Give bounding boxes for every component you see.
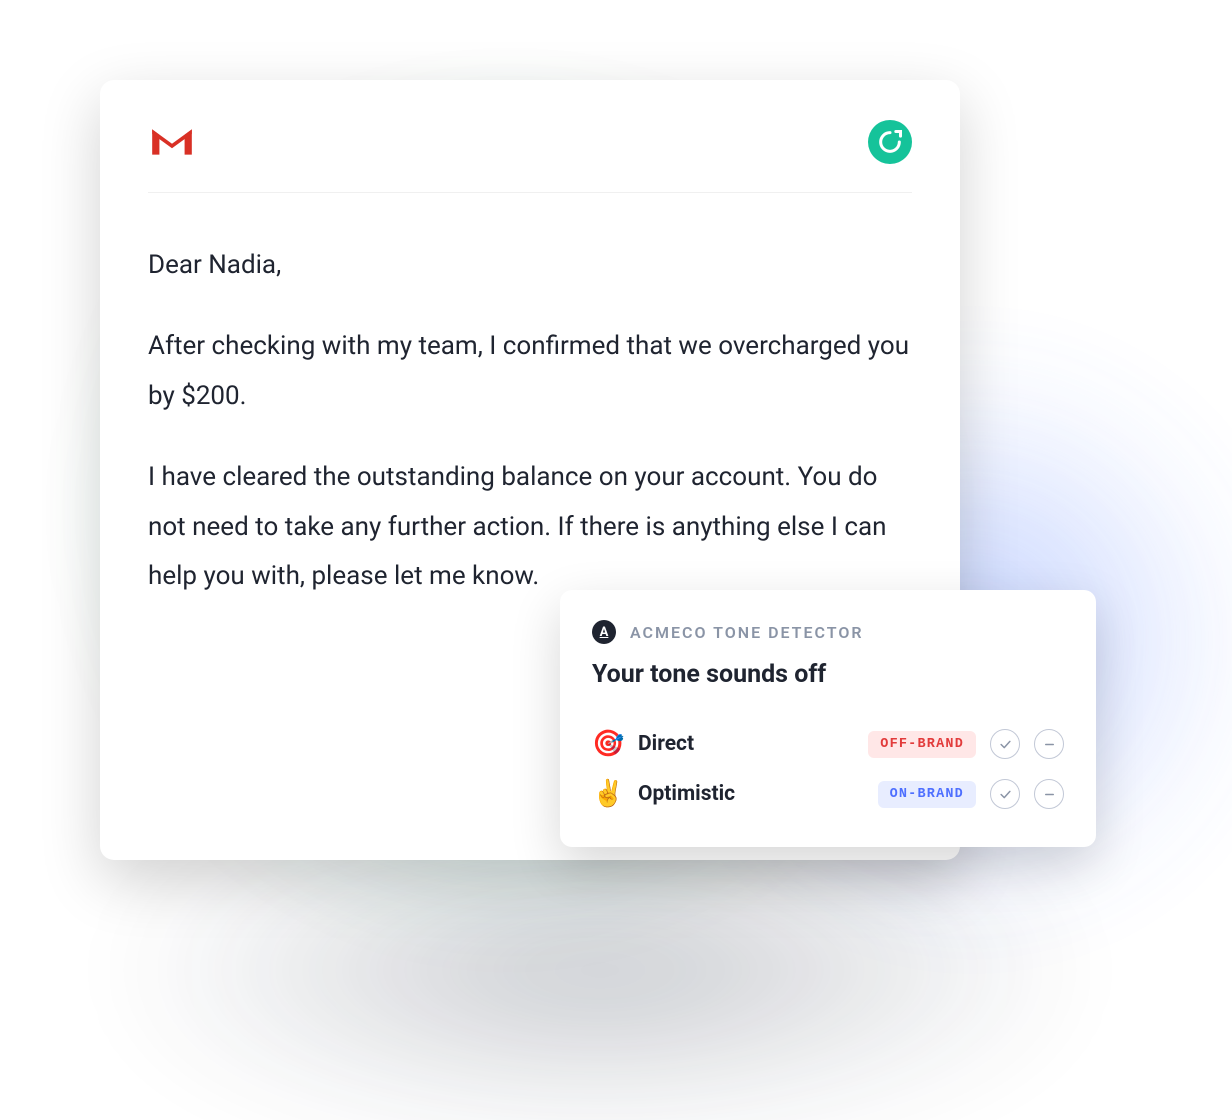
on-brand-badge: ON-BRAND: [878, 781, 976, 808]
tone-detector-card: A ACMECO TONE DETECTOR Your tone sounds …: [560, 590, 1096, 847]
grammarly-icon[interactable]: [868, 120, 912, 164]
accept-button[interactable]: [990, 779, 1020, 809]
email-body[interactable]: Dear Nadia, After checking with my team,…: [148, 193, 912, 601]
brand-badge-icon: A: [592, 620, 616, 644]
dismiss-button[interactable]: [1034, 779, 1064, 809]
tone-detector-title: ACMECO TONE DETECTOR: [630, 623, 864, 642]
accept-button[interactable]: [990, 729, 1020, 759]
email-paragraph: After checking with my team, I confirmed…: [148, 322, 912, 421]
tone-row: 🎯 Direct OFF-BRAND: [592, 719, 1064, 769]
off-brand-badge: OFF-BRAND: [868, 731, 976, 758]
peace-icon: ✌️: [592, 779, 624, 809]
email-greeting: Dear Nadia,: [148, 241, 912, 290]
gmail-icon: [148, 124, 196, 160]
background-glow-dark: [100, 820, 1100, 1120]
tone-detector-header: A ACMECO TONE DETECTOR: [592, 620, 1064, 644]
tone-detector-heading: Your tone sounds off: [592, 660, 1064, 689]
email-paragraph: I have cleared the outstanding balance o…: [148, 453, 912, 601]
tone-row: ✌️ Optimistic ON-BRAND: [592, 769, 1064, 819]
tone-name: Direct: [638, 732, 694, 756]
dismiss-button[interactable]: [1034, 729, 1064, 759]
target-icon: 🎯: [592, 729, 624, 759]
tone-name: Optimistic: [638, 782, 735, 806]
email-header: [148, 120, 912, 193]
